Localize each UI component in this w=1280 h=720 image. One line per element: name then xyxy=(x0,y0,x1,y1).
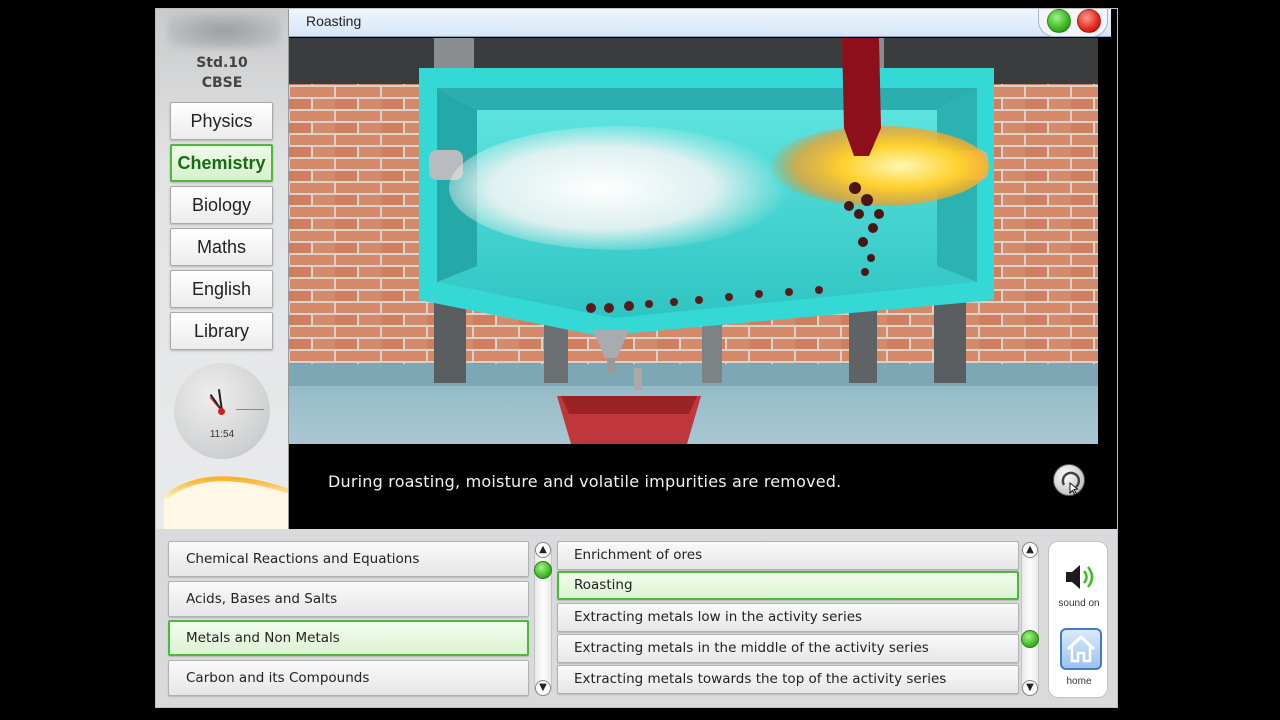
clock-time: 11:54 xyxy=(209,429,235,440)
standard-label: Std.10 CBSE xyxy=(156,53,288,93)
topic-item[interactable]: Extracting metals low in the activity se… xyxy=(557,603,1019,632)
caption-text: During roasting, moisture and volatile i… xyxy=(328,472,842,491)
sidebar: Std.10 CBSE Physics Chemistry Biology Ma… xyxy=(156,9,288,529)
board-text: CBSE xyxy=(201,75,243,91)
standard-text: Std.10 xyxy=(196,55,248,71)
subject-physics[interactable]: Physics xyxy=(170,102,273,140)
minimize-button[interactable] xyxy=(1047,9,1071,33)
subject-library[interactable]: Library xyxy=(170,312,273,350)
chapter-item[interactable]: Carbon and its Compounds xyxy=(168,660,529,696)
topic-scrollbar[interactable] xyxy=(1021,542,1039,696)
topic-item[interactable]: Enrichment of ores xyxy=(557,541,1019,570)
topic-item-active[interactable]: Roasting xyxy=(557,571,1019,600)
clock-center xyxy=(218,408,225,415)
clock: 11:54 xyxy=(174,363,270,459)
chapter-item[interactable]: Acids, Bases and Salts xyxy=(168,581,529,617)
topic-item[interactable]: Extracting metals towards the top of the… xyxy=(557,665,1019,694)
home-button[interactable] xyxy=(1060,628,1102,670)
subject-english[interactable]: English xyxy=(170,270,273,308)
decorative-swoosh xyxy=(164,467,288,529)
app-window: Std.10 CBSE Physics Chemistry Biology Ma… xyxy=(155,8,1118,708)
home-icon xyxy=(1066,634,1096,663)
chapter-item[interactable]: Chemical Reactions and Equations xyxy=(168,541,529,577)
topic-item[interactable]: Extracting metals in the middle of the a… xyxy=(557,634,1019,663)
roasting-animation xyxy=(289,38,1098,444)
sound-label: sound on xyxy=(1058,598,1100,609)
scroll-down-icon[interactable]: ▼ xyxy=(535,680,551,696)
close-button[interactable] xyxy=(1077,9,1101,33)
scroll-up-icon[interactable]: ▲ xyxy=(1022,542,1038,558)
scroll-up-icon[interactable]: ▲ xyxy=(535,542,551,558)
home-label: home xyxy=(1066,676,1092,687)
subject-chemistry[interactable]: Chemistry xyxy=(170,144,273,182)
topic-scroll-thumb[interactable] xyxy=(1021,630,1039,648)
chapter-scroll-thumb[interactable] xyxy=(534,561,552,579)
logo xyxy=(168,13,280,49)
window-title: Roasting xyxy=(306,13,362,29)
clock-tick xyxy=(236,409,264,410)
player-panel: Roasting During roasting, moisture and v… xyxy=(288,9,1117,529)
navigation-area: Chemical Reactions and Equations Acids, … xyxy=(156,529,1117,707)
caption-bar: During roasting, moisture and volatile i… xyxy=(289,444,1111,529)
subject-biology[interactable]: Biology xyxy=(170,186,273,224)
scroll-down-icon[interactable]: ▼ xyxy=(1022,680,1038,696)
speaker-icon[interactable] xyxy=(1063,562,1097,592)
subject-maths[interactable]: Maths xyxy=(170,228,273,266)
replay-icon[interactable] xyxy=(1053,464,1085,496)
control-panel: sound on home xyxy=(1048,541,1108,698)
title-bar: Roasting xyxy=(289,9,1111,37)
chapter-item-active[interactable]: Metals and Non Metals xyxy=(168,620,529,656)
